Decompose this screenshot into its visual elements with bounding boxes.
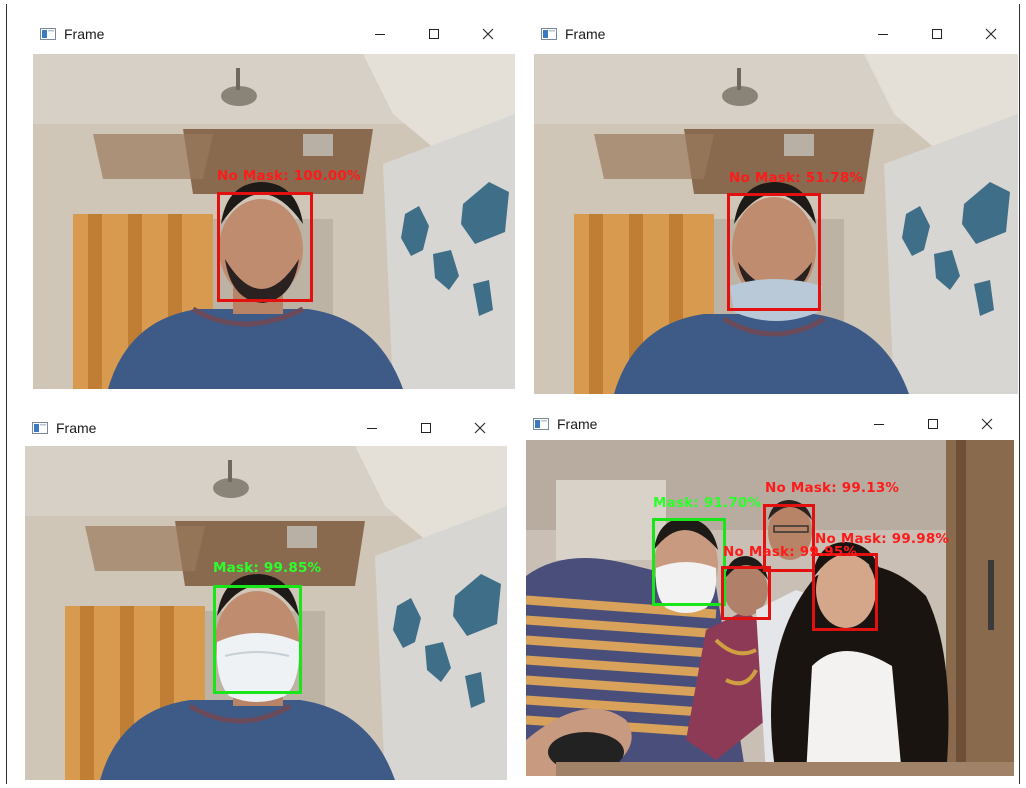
window-title: Frame <box>64 26 105 42</box>
app-window-icon <box>541 28 557 40</box>
maximize-icon <box>928 419 938 429</box>
app-window-icon <box>32 422 48 434</box>
detection-label: No Mask: 100.00% <box>217 168 361 184</box>
close-button[interactable] <box>453 408 507 448</box>
minimize-icon <box>878 34 888 35</box>
minimize-button[interactable] <box>345 408 399 448</box>
close-button[interactable] <box>960 404 1014 444</box>
maximize-button[interactable] <box>399 408 453 448</box>
detection-box-no-mask <box>217 192 313 302</box>
detection-label: No Mask: 99.13% <box>765 480 900 496</box>
maximize-icon <box>429 29 439 39</box>
title-bar[interactable]: Frame <box>534 14 1018 54</box>
frame-window-1: Frame No Mask: 100.00% <box>33 14 515 389</box>
detection-box-mask <box>652 518 726 606</box>
video-frame: Mask: 99.85% <box>25 446 507 780</box>
maximize-icon <box>421 423 431 433</box>
detection-label: No Mask: 99.95% <box>723 544 858 560</box>
close-button[interactable] <box>964 14 1018 54</box>
minimize-button[interactable] <box>353 14 407 54</box>
maximize-icon <box>932 29 942 39</box>
window-title: Frame <box>56 420 97 436</box>
app-window-icon <box>533 418 549 430</box>
window-title: Frame <box>557 416 598 432</box>
minimize-icon <box>375 34 385 35</box>
close-icon <box>474 422 486 434</box>
maximize-button[interactable] <box>906 404 960 444</box>
close-icon <box>482 28 494 40</box>
detection-label: Mask: 99.85% <box>213 560 322 576</box>
minimize-icon <box>367 428 377 429</box>
detection-box-no-mask <box>721 566 771 620</box>
maximize-button[interactable] <box>407 14 461 54</box>
minimize-button[interactable] <box>852 404 906 444</box>
detection-box-no-mask <box>812 553 878 631</box>
minimize-icon <box>874 424 884 425</box>
close-icon <box>985 28 997 40</box>
close-icon <box>981 418 993 430</box>
video-frame: No Mask: 100.00% <box>33 54 515 389</box>
video-frame: Mask: 91.70% No Mask: 99.13% No Mask: 99… <box>526 440 1014 776</box>
minimize-button[interactable] <box>856 14 910 54</box>
title-bar[interactable]: Frame <box>526 404 1014 444</box>
detection-box-no-mask <box>727 193 821 311</box>
close-button[interactable] <box>461 14 515 54</box>
detection-label: No Mask: 51.78% <box>729 170 864 186</box>
frame-window-4: Frame Mask: 91.70% No Mask: 99.13% No Ma… <box>526 404 1014 776</box>
maximize-button[interactable] <box>910 14 964 54</box>
frame-window-3: Frame Mask: 99.85% <box>25 408 507 780</box>
detection-box-no-mask <box>763 504 815 572</box>
detection-box-mask <box>213 585 302 694</box>
window-title: Frame <box>565 26 606 42</box>
frame-window-2: Frame No Mask: 51.78% <box>534 14 1018 394</box>
detection-label: Mask: 91.70% <box>653 495 762 511</box>
app-window-icon <box>40 28 56 40</box>
video-frame: No Mask: 51.78% <box>534 54 1018 394</box>
title-bar[interactable]: Frame <box>25 408 507 448</box>
title-bar[interactable]: Frame <box>33 14 515 54</box>
